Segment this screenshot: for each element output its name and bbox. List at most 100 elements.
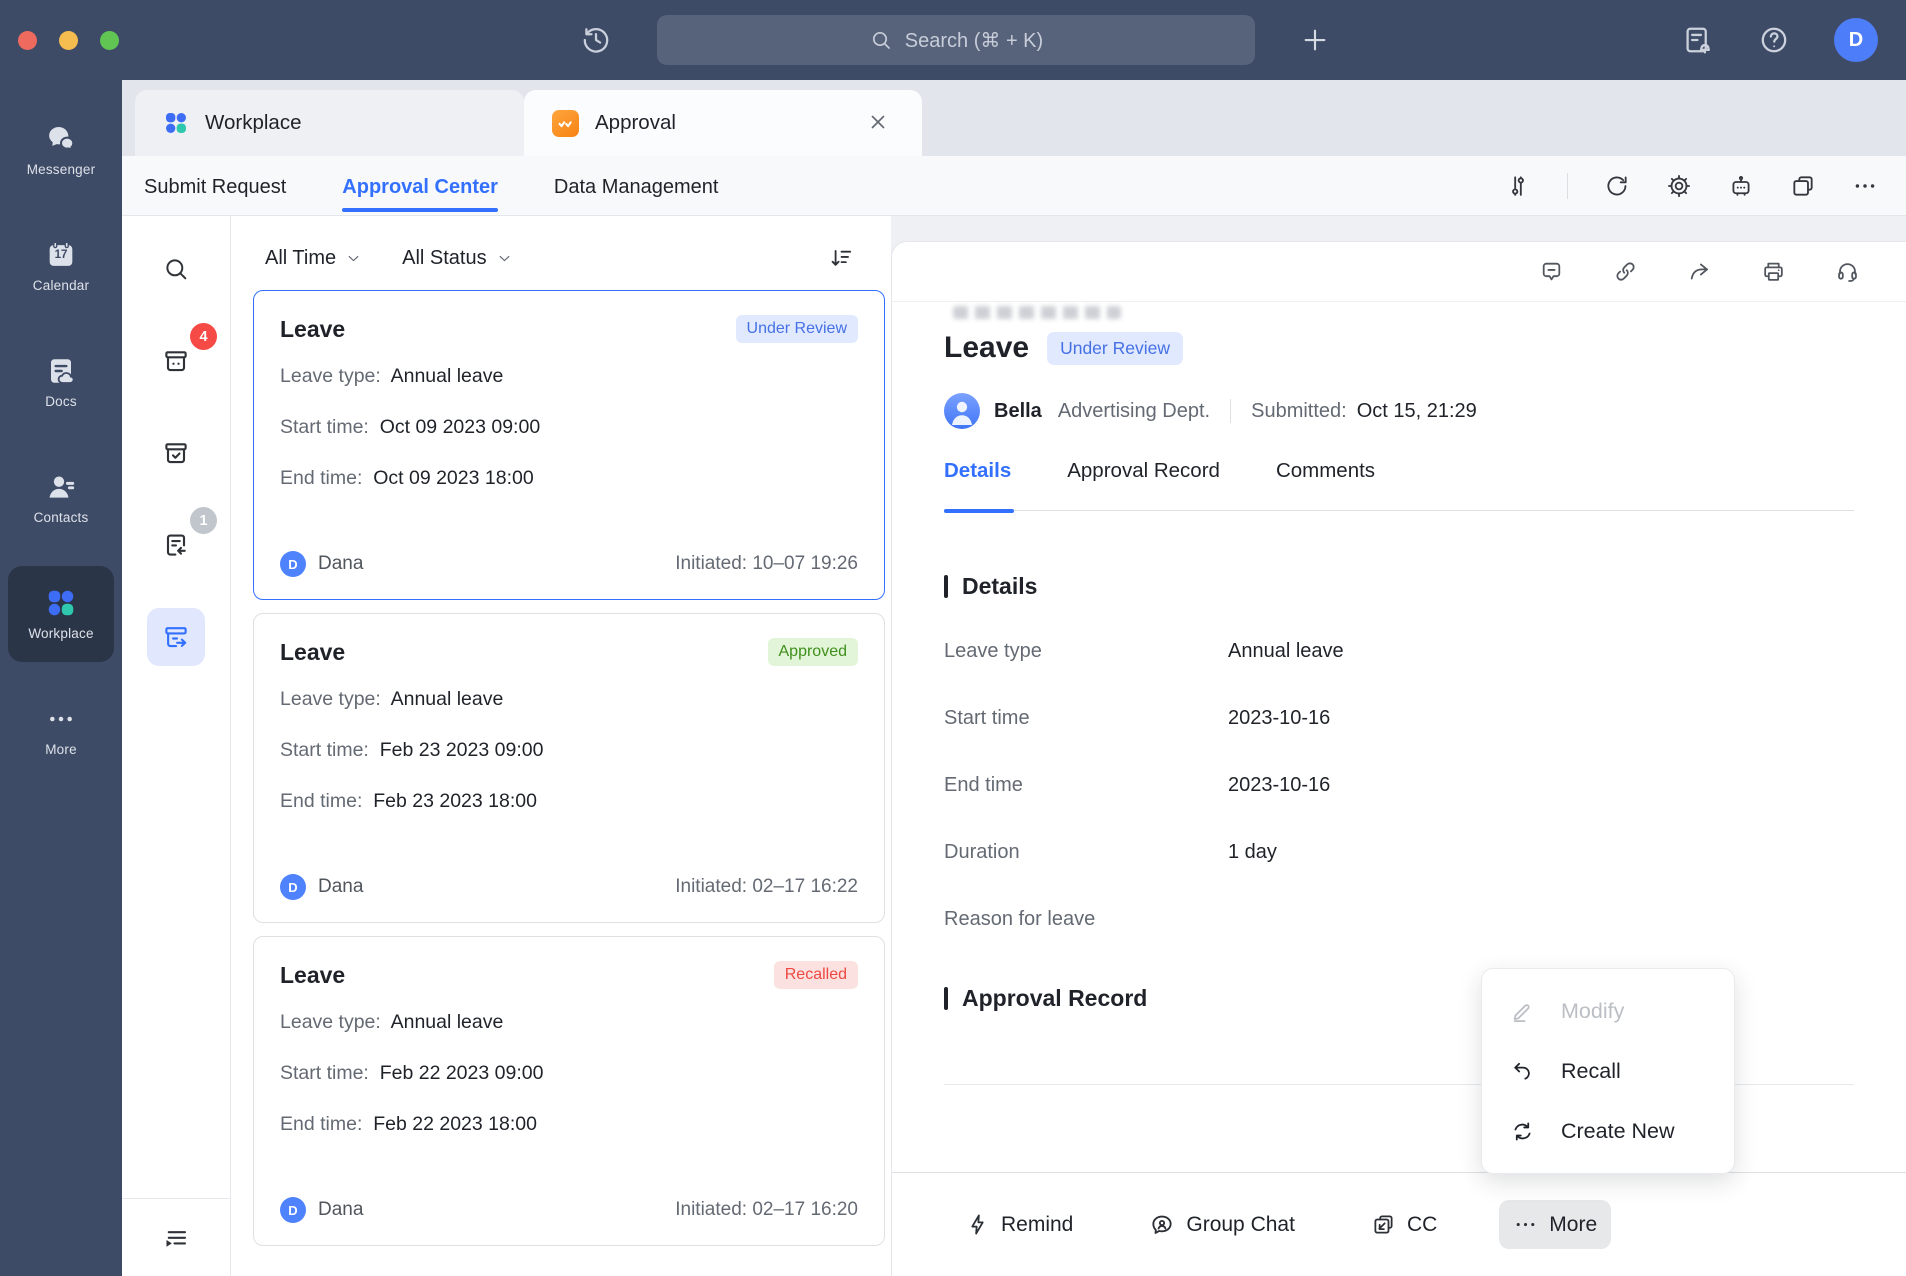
detail-body: Leave Under Review Bella Adver — [892, 302, 1906, 1172]
box-arrow-out-icon — [161, 622, 191, 652]
submitter-avatar[interactable] — [944, 393, 980, 429]
zoom-window-button[interactable] — [100, 31, 119, 50]
detail-status-badge: Under Review — [1047, 332, 1183, 365]
display-settings-button[interactable] — [1505, 173, 1531, 199]
sidebar-item-calendar[interactable]: 17 Calendar — [8, 218, 114, 314]
minimize-window-button[interactable] — [59, 31, 78, 50]
inbox-box-icon — [161, 346, 191, 376]
initiated-time: Initiated: 02–17 16:22 — [675, 876, 858, 898]
sidebar-item-workplace[interactable]: Workplace — [8, 566, 114, 662]
menu-item-recall[interactable]: Recall — [1482, 1041, 1734, 1101]
more-actions-button[interactable]: More — [1499, 1200, 1611, 1249]
subnav-submit-request[interactable]: Submit Request — [144, 161, 286, 211]
rail-cc-to-me-button[interactable]: 1 — [147, 516, 205, 574]
owner-avatar: D — [280, 1197, 306, 1223]
sidebar-item-messenger[interactable]: Messenger — [8, 102, 114, 198]
docs-icon — [44, 355, 78, 387]
bot-button[interactable] — [1728, 173, 1754, 199]
menu-item-modify[interactable]: Modify — [1482, 981, 1734, 1041]
field-row: End time2023-10-16 — [944, 774, 1854, 797]
print-button[interactable] — [1761, 259, 1786, 284]
tab-approval-record[interactable]: Approval Record — [1067, 459, 1220, 487]
remind-button[interactable]: Remind — [951, 1200, 1087, 1249]
headset-icon — [1835, 259, 1860, 284]
more-tools-button[interactable] — [1852, 173, 1878, 199]
gear-icon — [1666, 173, 1692, 199]
detail-title: Leave — [944, 331, 1029, 365]
field-row: Duration1 day — [944, 841, 1854, 864]
refresh-icon — [1604, 173, 1630, 199]
owner-name: Dana — [318, 1199, 363, 1221]
pencil-icon — [1510, 999, 1535, 1024]
doc-arrow-in-icon — [161, 530, 191, 560]
calendar-icon: 17 — [44, 239, 78, 271]
approval-card-under-review[interactable]: Leave Under Review Leave type: Annual le… — [253, 290, 885, 600]
toolbar-divider — [1567, 173, 1568, 199]
settings-button[interactable] — [1666, 173, 1692, 199]
submitter-name[interactable]: Bella — [994, 400, 1042, 423]
approval-card-recalled[interactable]: Leave Recalled Leave type: Annual leave … — [253, 936, 885, 1246]
subnav-data-management[interactable]: Data Management — [554, 161, 719, 211]
collapse-panel-button[interactable] — [122, 1198, 230, 1276]
action-label: Group Chat — [1186, 1213, 1295, 1237]
open-in-window-button[interactable] — [1790, 173, 1816, 199]
global-search-input[interactable]: Search (⌘ + K) — [657, 15, 1255, 65]
approval-card-approved[interactable]: Leave Approved Leave type: Annual leave … — [253, 613, 885, 923]
plus-icon — [1300, 25, 1330, 55]
tab-comments[interactable]: Comments — [1276, 459, 1375, 487]
more-actions-menu: Modify Recall Create New — [1481, 968, 1735, 1174]
owner-avatar: D — [280, 551, 306, 577]
sidebar-item-docs[interactable]: Docs — [8, 334, 114, 430]
sort-button[interactable] — [828, 245, 854, 271]
sort-descending-icon — [828, 245, 854, 271]
rail-search-button[interactable] — [147, 240, 205, 298]
comment-icon — [1539, 259, 1564, 284]
announcements-button[interactable] — [1682, 24, 1714, 56]
action-label: More — [1549, 1213, 1597, 1237]
box-check-icon — [161, 438, 191, 468]
card-field: End time: Oct 09 2023 18:00 — [280, 465, 858, 491]
rail-initiated-by-me-button[interactable] — [147, 608, 205, 666]
copy-link-button[interactable] — [1613, 259, 1638, 284]
link-icon — [1613, 259, 1638, 284]
rail-pending-approvals-button[interactable]: 4 — [147, 332, 205, 390]
share-button[interactable] — [1687, 259, 1712, 284]
tab-workplace[interactable]: Workplace — [135, 90, 524, 156]
sidebar-item-more[interactable]: More — [8, 682, 114, 778]
support-button[interactable] — [1835, 259, 1860, 284]
card-field: Leave type: Annual leave — [280, 363, 858, 389]
tab-strip: Workplace Approval — [122, 80, 1906, 156]
group-chat-button[interactable]: Group Chat — [1135, 1200, 1309, 1250]
pending-count-badge: 4 — [190, 323, 217, 350]
detail-tabs: Details Approval Record Comments — [944, 459, 1854, 487]
help-icon — [1758, 24, 1790, 56]
time-filter-dropdown[interactable]: All Time — [265, 247, 362, 270]
sidebar-item-contacts[interactable]: Contacts — [8, 450, 114, 546]
history-icon[interactable] — [580, 24, 612, 56]
rail-processed-button[interactable] — [147, 424, 205, 482]
person-icon — [944, 393, 980, 429]
search-placeholder: Search (⌘ + K) — [905, 28, 1043, 53]
cc-button[interactable]: CC — [1357, 1200, 1451, 1249]
tab-details[interactable]: Details — [944, 459, 1011, 487]
status-badge: Under Review — [736, 315, 858, 343]
menu-item-create-new[interactable]: Create New — [1482, 1101, 1734, 1161]
user-avatar[interactable]: D — [1834, 18, 1878, 62]
workplace-icon — [44, 587, 78, 619]
status-filter-dropdown[interactable]: All Status — [402, 247, 512, 270]
close-window-button[interactable] — [18, 31, 37, 50]
subnav-approval-center[interactable]: Approval Center — [342, 161, 498, 211]
approval-list-panel: All Time All Status Leave Under — [231, 216, 891, 1276]
refresh-button[interactable] — [1604, 173, 1630, 199]
window-titlebar: Search (⌘ + K) D — [0, 0, 1906, 80]
sidebar-label: Calendar — [33, 278, 89, 293]
ellipsis-icon — [1513, 1212, 1538, 1237]
tab-approval[interactable]: Approval — [524, 90, 922, 156]
card-field: Start time: Feb 22 2023 09:00 — [280, 1060, 858, 1086]
close-tab-icon[interactable] — [866, 110, 890, 134]
comment-button[interactable] — [1539, 259, 1564, 284]
chevron-down-icon — [345, 250, 362, 267]
card-title: Leave — [280, 639, 345, 666]
new-tab-button[interactable] — [1300, 25, 1330, 55]
help-button[interactable] — [1758, 24, 1790, 56]
